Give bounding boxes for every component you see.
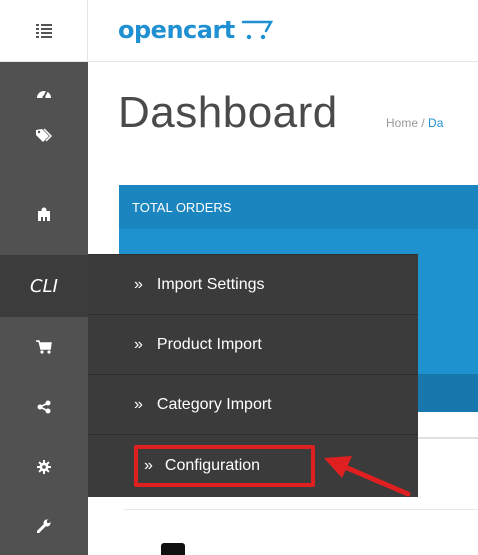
- sidebar-item-sales[interactable]: [0, 317, 88, 377]
- menu-item-label: Import Settings: [156, 275, 265, 293]
- menu-item-label: Product Import: [156, 335, 262, 353]
- breadcrumb-current[interactable]: Da: [428, 116, 443, 130]
- tags-icon: [36, 128, 52, 142]
- cog-icon: [37, 460, 51, 474]
- puzzle-icon: [38, 207, 50, 221]
- menu-item-configuration[interactable]: » Configuration: [134, 445, 315, 487]
- sidebar-item-cli[interactable]: CLI: [0, 255, 88, 317]
- opencart-logo[interactable]: opencart: [118, 10, 275, 50]
- logo-text: opencart: [118, 16, 235, 44]
- sidebar-item-catalog[interactable]: [0, 110, 88, 160]
- tachometer-icon: [37, 90, 51, 99]
- shopping-cart-icon: [36, 340, 52, 354]
- breadcrumb-home[interactable]: Home: [386, 116, 418, 130]
- menu-item-import-settings[interactable]: » Import Settings: [88, 255, 418, 315]
- sidebar-item-system[interactable]: [0, 437, 88, 497]
- tile-heading: TOTAL ORDERS: [119, 185, 478, 229]
- header: opencart: [0, 0, 478, 62]
- list-icon: [35, 24, 52, 38]
- chevron-double-right-icon: »: [134, 335, 143, 353]
- sidebar-item-cli-label: CLI: [30, 275, 58, 297]
- sidebar: CLI: [0, 62, 88, 555]
- cart-logo-icon: [241, 20, 273, 40]
- menu-item-label: Category Import: [156, 395, 272, 413]
- menu-toggle-button[interactable]: [0, 0, 88, 62]
- annotation-arrow-icon: [324, 456, 411, 497]
- breadcrumb: Home / Da: [386, 116, 443, 130]
- menu-item-category-import[interactable]: » Category Import: [88, 375, 418, 435]
- page-title: Dashboard: [118, 88, 338, 137]
- sidebar-item-tools[interactable]: [0, 497, 88, 555]
- breadcrumb-separator: /: [421, 116, 425, 130]
- configuration-content: » Configuration: [144, 449, 260, 483]
- chevron-double-right-icon: »: [134, 275, 143, 293]
- menu-item-label: Configuration: [164, 457, 261, 474]
- share-icon: [37, 400, 51, 414]
- wrench-icon: [37, 519, 51, 533]
- sidebar-item-marketing[interactable]: [0, 377, 88, 437]
- chevron-double-right-icon: »: [144, 457, 153, 474]
- chevron-double-right-icon: »: [134, 395, 143, 413]
- panel-graphic: [161, 543, 185, 555]
- menu-item-product-import[interactable]: » Product Import: [88, 315, 418, 375]
- sidebar-item-extensions[interactable]: [0, 184, 88, 244]
